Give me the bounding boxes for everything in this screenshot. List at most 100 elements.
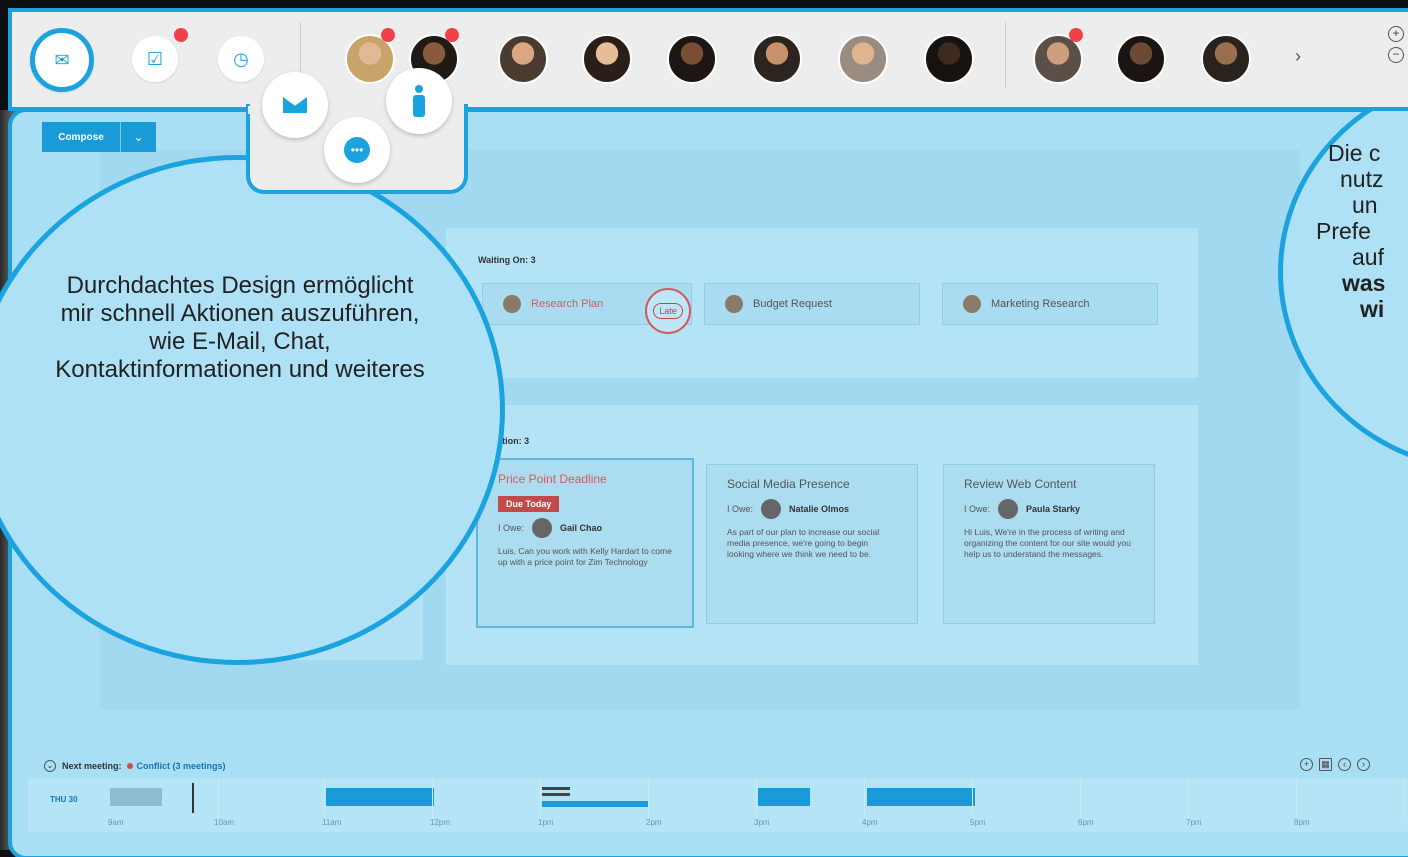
timeline-gridline (1188, 778, 1189, 818)
task-title: Review Web Content (964, 477, 1077, 491)
envelope-icon (283, 97, 307, 113)
timeline-gridline (218, 778, 219, 818)
task-title: Social Media Presence (727, 477, 850, 491)
avatar (761, 499, 782, 519)
chat-action-button[interactable]: ••• (324, 117, 390, 183)
contact-avatar[interactable] (838, 34, 888, 84)
waiting-on-title: Waiting On: 3 (478, 255, 536, 265)
avatar (963, 295, 981, 313)
contact-avatar[interactable] (752, 34, 802, 84)
timeline-hour-label: 2pm (646, 818, 662, 827)
chevron-right-icon[interactable]: › (1295, 46, 1301, 67)
meeting-block[interactable] (867, 788, 975, 806)
timeline-gridline (1296, 778, 1297, 818)
clipboard-check-icon: ☑ (146, 48, 164, 69)
next-meeting-label: Next meeting: (62, 761, 122, 771)
contact-avatar[interactable] (582, 34, 632, 84)
timeline-hour-label: 12pm (430, 818, 451, 827)
tasks-button[interactable]: ☑ (132, 36, 178, 82)
timeline-hour-label: 5pm (970, 818, 986, 827)
callout-left-text: Durchdachtes Design ermöglicht mir schne… (55, 272, 425, 383)
task-card-review-web[interactable]: Review Web Content I Owe: Paula Starky H… (943, 464, 1155, 624)
contact-avatar[interactable] (498, 34, 548, 84)
waiting-item-label: Research Plan (531, 298, 604, 310)
task-body: Hi Luis, We're in the process of writing… (964, 527, 1131, 559)
waiting-item-label: Marketing Research (991, 298, 1090, 310)
contact-avatar[interactable] (1201, 34, 1251, 84)
avatar (725, 295, 743, 313)
notification-dot (445, 28, 459, 42)
overlap-marker (542, 793, 570, 796)
task-card-price-point[interactable]: Price Point Deadline Due Today I Owe: Ga… (476, 458, 694, 628)
next-meeting-bar: ⌄ Next meeting: Conflict (3 meetings) (44, 760, 226, 772)
meeting-block[interactable] (110, 788, 162, 806)
timeline-gridline (648, 778, 649, 818)
due-today-badge: Due Today (498, 496, 560, 512)
add-icon[interactable]: + (1300, 758, 1313, 771)
compose-dropdown-button[interactable]: ⌄ (120, 122, 156, 152)
zoom-out-icon[interactable]: − (1388, 47, 1404, 63)
divider (1005, 22, 1006, 88)
timeline-hour-label: 9am (108, 818, 124, 827)
task-card-social-media[interactable]: Social Media Presence I Owe: Natalie Olm… (706, 464, 918, 624)
conflict-link[interactable]: Conflict (3 meetings) (137, 761, 226, 771)
meeting-block[interactable] (326, 788, 434, 806)
owe-row: I Owe: Natalie Olmos (727, 499, 897, 519)
waiting-item-label: Budget Request (753, 298, 832, 310)
callout-right-text: Die c nutz un Prefe auf was wi (1316, 140, 1386, 322)
timeline-hour-label: 6pm (1078, 818, 1094, 827)
history-button[interactable]: ◷ (218, 36, 264, 82)
compose-button[interactable]: Compose (42, 122, 120, 152)
notification-dot (174, 28, 188, 42)
prev-arrow-icon[interactable]: ‹ (1338, 758, 1351, 771)
inbox-icon: ✉ (54, 49, 70, 70)
contact-info-action-button[interactable] (386, 68, 452, 134)
calendar-grid-icon[interactable]: ▦ (1319, 758, 1332, 771)
current-time-indicator (192, 783, 194, 813)
app-window: Waiting On: 3 Research Plan Late Budget … (0, 0, 1408, 857)
next-arrow-icon[interactable]: › (1357, 758, 1370, 771)
timeline-day-label: THU 30 (50, 795, 78, 804)
timeline-hour-label: 4pm (862, 818, 878, 827)
zoom-in-icon[interactable]: + (1388, 26, 1404, 42)
notification-dot (1069, 28, 1083, 42)
timeline-hour-label: 10am (214, 818, 235, 827)
timeline-controls: + ▦ ‹ › (1300, 758, 1370, 771)
timeline-gridline (1404, 778, 1405, 818)
contact-avatar[interactable] (667, 34, 717, 84)
meeting-block[interactable] (542, 801, 648, 807)
timeline-gridline (432, 778, 433, 818)
person-icon (413, 85, 425, 117)
avatar (998, 499, 1019, 519)
timeline-gridline (540, 778, 541, 818)
owe-row: I Owe: Paula Starky (964, 499, 1134, 519)
conflict-dot (126, 763, 133, 769)
timeline-hour-label: 1pm (538, 818, 554, 827)
email-action-button[interactable] (262, 72, 328, 138)
chat-bubble-icon: ••• (344, 137, 370, 163)
contact-avatar[interactable] (1116, 34, 1166, 84)
late-status-badge: Late (645, 288, 691, 334)
person-name: Paula Starky (1026, 504, 1081, 514)
clock-icon: ◷ (233, 48, 249, 69)
meeting-block[interactable] (758, 788, 810, 806)
waiting-item-marketing-research[interactable]: Marketing Research (942, 283, 1158, 325)
task-title: Price Point Deadline (498, 472, 607, 486)
timeline-hour-label: 7pm (1186, 818, 1202, 827)
waiting-item-budget-request[interactable]: Budget Request (704, 283, 920, 325)
collapse-toggle-icon[interactable]: ⌄ (44, 760, 56, 772)
inbox-button[interactable]: ✉ (30, 28, 94, 92)
notification-dot (381, 28, 395, 42)
timeline-gridline (324, 778, 325, 818)
owe-row: I Owe: Gail Chao (498, 518, 672, 538)
timeline-gridline (756, 778, 757, 818)
avatar (503, 295, 521, 313)
person-name: Gail Chao (560, 523, 603, 533)
timeline-gridline (1080, 778, 1081, 818)
timeline-gridline (972, 778, 973, 818)
task-body: As part of our plan to increase our soci… (727, 527, 880, 559)
chevron-down-icon: ⌄ (133, 130, 144, 144)
overlap-marker (542, 787, 570, 790)
timeline-hour-label: 8pm (1294, 818, 1310, 827)
contact-avatar[interactable] (924, 34, 974, 84)
